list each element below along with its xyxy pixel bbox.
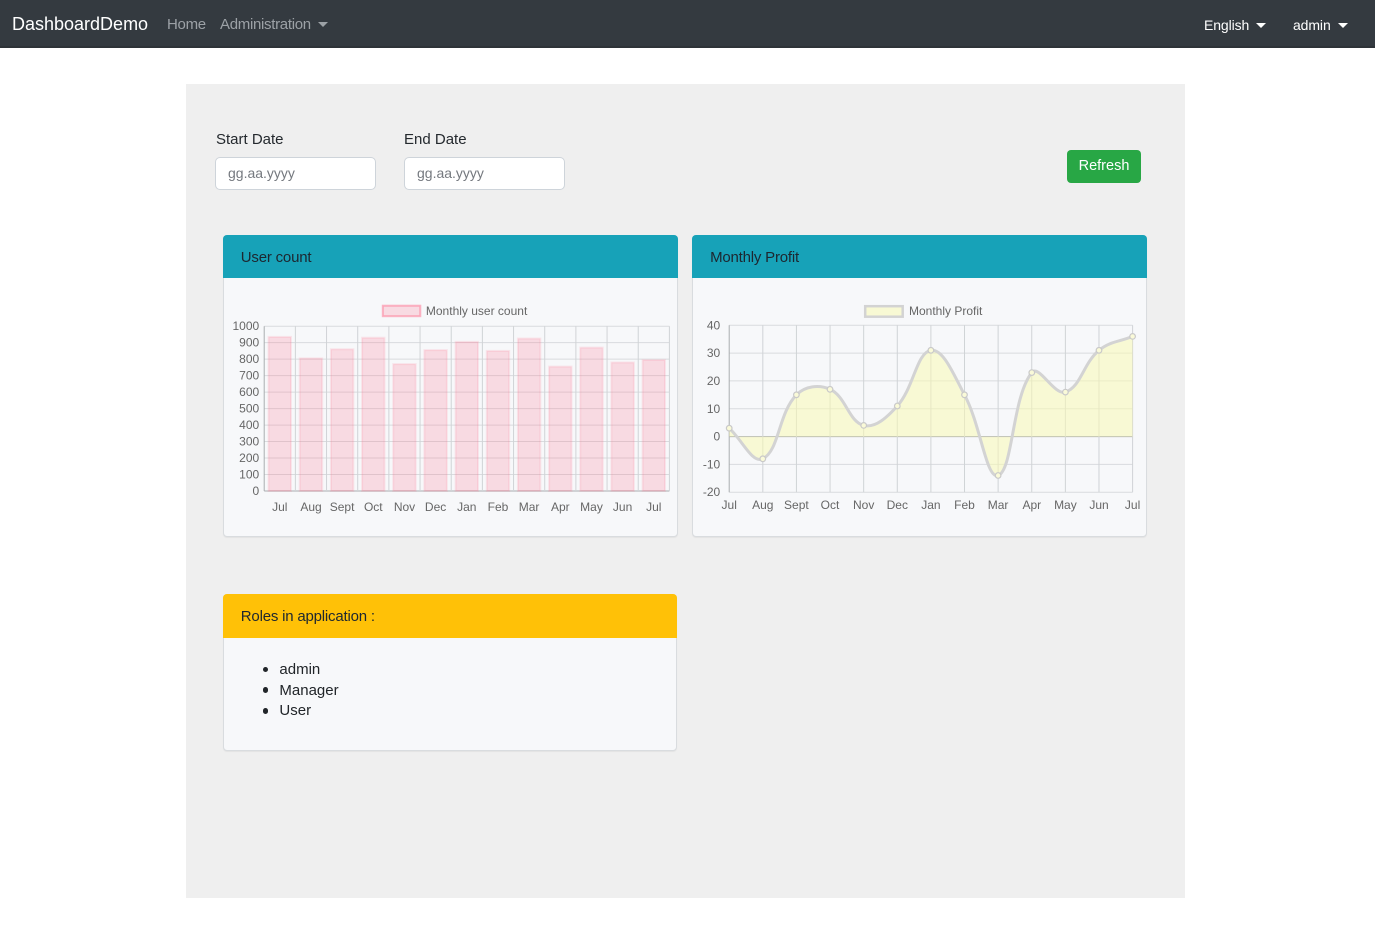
svg-text:700: 700 bbox=[239, 368, 259, 382]
svg-text:0: 0 bbox=[714, 429, 721, 443]
svg-text:Apr: Apr bbox=[1023, 498, 1042, 512]
svg-text:-10: -10 bbox=[703, 457, 721, 471]
svg-text:Jul: Jul bbox=[1125, 498, 1140, 512]
svg-text:Jan: Jan bbox=[457, 500, 476, 514]
svg-text:100: 100 bbox=[239, 467, 259, 481]
svg-text:Mar: Mar bbox=[519, 500, 540, 514]
svg-text:Jul: Jul bbox=[646, 500, 661, 514]
svg-text:Feb: Feb bbox=[954, 498, 975, 512]
svg-text:Apr: Apr bbox=[551, 500, 570, 514]
svg-text:Dec: Dec bbox=[425, 500, 446, 514]
svg-text:Aug: Aug bbox=[752, 498, 773, 512]
svg-text:20: 20 bbox=[707, 374, 721, 388]
svg-text:1000: 1000 bbox=[232, 319, 259, 333]
svg-text:600: 600 bbox=[239, 385, 259, 399]
svg-text:Nov: Nov bbox=[853, 498, 874, 512]
svg-text:Feb: Feb bbox=[487, 500, 508, 514]
svg-text:800: 800 bbox=[239, 352, 259, 366]
svg-text:10: 10 bbox=[707, 402, 721, 416]
svg-text:Jul: Jul bbox=[272, 500, 287, 514]
svg-text:Mar: Mar bbox=[988, 498, 1009, 512]
svg-text:30: 30 bbox=[707, 346, 721, 360]
svg-text:Monthly Profit: Monthly Profit bbox=[909, 304, 983, 318]
svg-text:Sept: Sept bbox=[330, 500, 355, 514]
svg-text:Oct: Oct bbox=[821, 498, 840, 512]
svg-text:200: 200 bbox=[239, 451, 259, 465]
svg-text:300: 300 bbox=[239, 434, 259, 448]
svg-text:May: May bbox=[580, 500, 603, 514]
svg-text:400: 400 bbox=[239, 418, 259, 432]
svg-text:Jul: Jul bbox=[722, 498, 737, 512]
svg-text:Jan: Jan bbox=[921, 498, 940, 512]
svg-text:Sept: Sept bbox=[784, 498, 809, 512]
svg-text:Oct: Oct bbox=[364, 500, 383, 514]
svg-text:0: 0 bbox=[252, 484, 259, 498]
svg-text:Jun: Jun bbox=[1089, 498, 1108, 512]
svg-text:Dec: Dec bbox=[887, 498, 908, 512]
svg-text:900: 900 bbox=[239, 335, 259, 349]
svg-text:May: May bbox=[1054, 498, 1077, 512]
svg-text:Jun: Jun bbox=[613, 500, 632, 514]
svg-text:Monthly user count: Monthly user count bbox=[426, 304, 528, 318]
svg-text:40: 40 bbox=[707, 318, 721, 332]
svg-text:500: 500 bbox=[239, 401, 259, 415]
svg-text:Nov: Nov bbox=[394, 500, 415, 514]
svg-text:-20: -20 bbox=[703, 485, 721, 499]
svg-text:Aug: Aug bbox=[300, 500, 321, 514]
